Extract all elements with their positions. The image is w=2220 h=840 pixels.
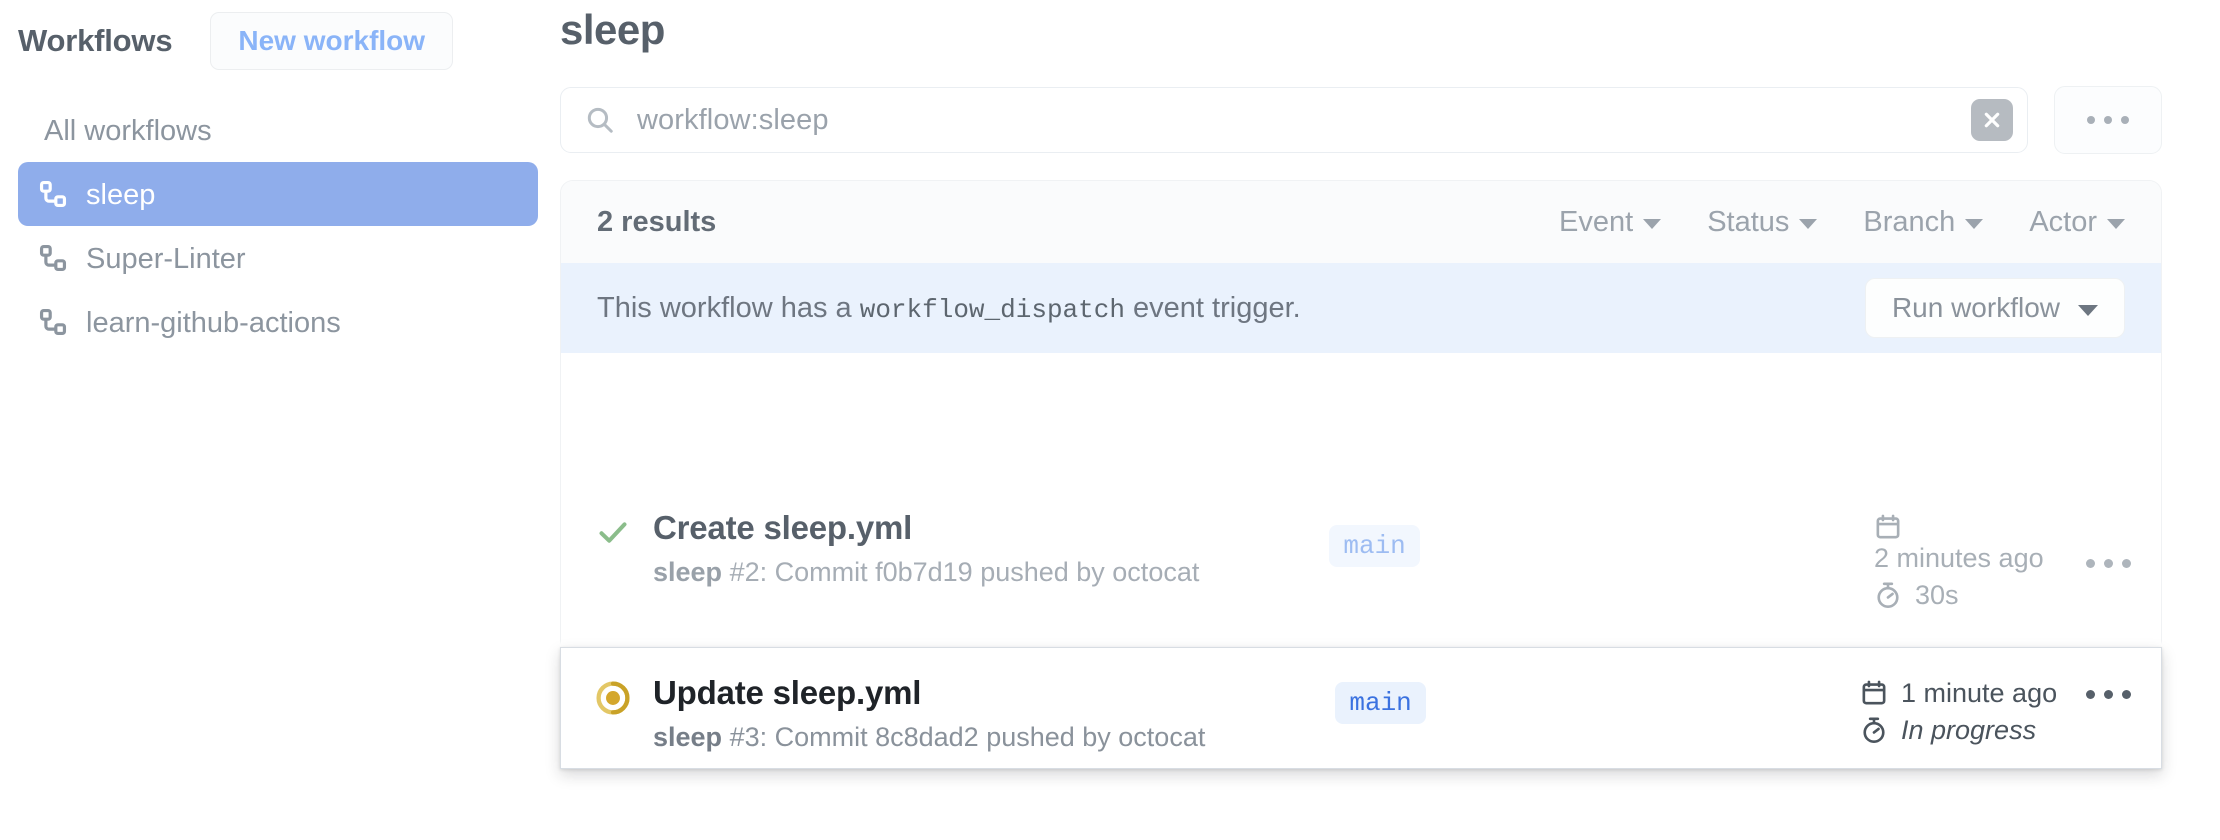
run-subtitle: sleep #2: Commit f0b7d19 pushed by octoc… <box>653 556 1199 588</box>
workflow-icon <box>38 243 68 273</box>
run-time-label: 2 minutes ago <box>1874 543 2044 573</box>
run-subtitle: sleep #3: Commit 8c8dad2 pushed by octoc… <box>653 721 1205 753</box>
run-subtitle-rest: #3: Commit 8c8dad2 pushed by octocat <box>729 721 1206 752</box>
run-subtitle-rest: #2: Commit f0b7d19 pushed by octocat <box>729 556 1200 587</box>
search-overflow-menu-button[interactable] <box>2054 86 2162 154</box>
run-meta-lines: 2 minutes ago 30s <box>1874 513 2070 611</box>
kebab-icon <box>2122 690 2131 699</box>
run-meta: 1 minute ago In progress <box>1860 674 2131 746</box>
workflow-icon <box>38 307 68 337</box>
run-duration-label: In progress <box>1901 715 2037 746</box>
chevron-down-icon <box>2078 304 2098 316</box>
run-workflow-label: Run workflow <box>1891 292 2060 323</box>
run-meta: 2 minutes ago 30s <box>1874 509 2131 611</box>
filter-status[interactable]: Status <box>1707 205 1818 239</box>
search-input[interactable]: workflow:sleep <box>560 87 2028 153</box>
row-overflow-menu-button[interactable] <box>2086 678 2131 699</box>
chevron-down-icon <box>1643 219 1662 229</box>
dispatch-banner-text: This workflow has a workflow_dispatch ev… <box>597 292 1301 325</box>
sidebar-item-learn-github-actions[interactable]: learn-github-actions <box>18 290 538 354</box>
run-time-label: 1 minute ago <box>1901 678 2058 708</box>
workflows-sidebar: Workflows New workflow All workflows sle… <box>0 0 560 840</box>
branch-cell: main <box>1335 674 1426 724</box>
table-row[interactable]: Create sleep.yml sleep #2: Commit f0b7d1… <box>561 475 2161 652</box>
workflow-runs-panel: 2 results Event Status Branch Actor This… <box>560 180 2162 769</box>
kebab-icon <box>2121 116 2129 124</box>
page-title: sleep <box>560 6 665 53</box>
chevron-down-icon <box>1799 219 1818 229</box>
stopwatch-icon <box>1874 581 1904 611</box>
dispatch-event-code: workflow_dispatch <box>859 294 1125 325</box>
results-count: 2 results <box>597 205 717 238</box>
dispatch-text-before: This workflow has a <box>597 291 852 324</box>
kebab-icon <box>2086 559 2095 568</box>
run-duration: In progress <box>1860 715 2070 746</box>
kebab-icon <box>2104 690 2113 699</box>
workflow-icon <box>38 179 68 209</box>
search-input-value: workflow:sleep <box>637 103 829 136</box>
filter-actor[interactable]: Actor <box>2029 206 2125 239</box>
run-title[interactable]: Create sleep.yml <box>653 509 1199 547</box>
run-time: 2 minutes ago <box>1874 513 2070 574</box>
kebab-icon <box>2086 690 2095 699</box>
run-meta-lines: 1 minute ago In progress <box>1860 678 2070 746</box>
close-icon[interactable] <box>1971 99 2013 141</box>
table-row[interactable]: Update sleep.yml sleep #3: Commit 8c8dad… <box>560 647 2162 769</box>
sidebar-title: Workflows <box>18 23 173 58</box>
run-workflow-name: sleep <box>653 721 723 752</box>
search-icon <box>585 105 615 135</box>
kebab-icon <box>2087 116 2095 124</box>
search-row: workflow:sleep <box>560 86 2162 154</box>
run-time: 1 minute ago <box>1860 678 2070 709</box>
chevron-down-icon <box>1965 219 1984 229</box>
dispatch-text-after: event trigger. <box>1133 291 1301 324</box>
run-duration-label: 30s <box>1915 580 1959 611</box>
chevron-down-icon <box>2107 219 2125 229</box>
run-title[interactable]: Update sleep.yml <box>653 674 1205 712</box>
run-main: Update sleep.yml sleep #3: Commit 8c8dad… <box>653 674 1205 753</box>
filter-label: Branch <box>1863 205 1956 238</box>
main-content: sleep workflow:sleep 2 results Event Sta… <box>560 0 2220 840</box>
check-icon <box>591 509 635 549</box>
workflow-dispatch-banner: This workflow has a workflow_dispatch ev… <box>561 263 2161 353</box>
sidebar-item-all-workflows[interactable]: All workflows <box>18 98 538 162</box>
kebab-icon <box>2104 559 2113 568</box>
run-duration: 30s <box>1874 580 2070 611</box>
workflows-nav: All workflows sleep Super-Linter learn-g… <box>0 98 560 354</box>
filter-label: Status <box>1707 205 1790 238</box>
in-progress-icon <box>591 674 635 716</box>
branch-badge[interactable]: main <box>1329 525 1420 567</box>
filters: Event Status Branch Actor <box>1559 206 2125 239</box>
filter-branch[interactable]: Branch <box>1863 205 1984 239</box>
sidebar-item-label: learn-github-actions <box>86 306 341 339</box>
kebab-icon <box>2104 116 2112 124</box>
kebab-icon <box>2122 559 2131 568</box>
branch-badge[interactable]: main <box>1335 682 1426 724</box>
new-workflow-button[interactable]: New workflow <box>210 12 454 70</box>
sidebar-item-super-linter[interactable]: Super-Linter <box>18 226 538 290</box>
branch-cell: main <box>1329 509 1420 567</box>
sidebar-item-label: sleep <box>86 178 156 211</box>
run-main: Create sleep.yml sleep #2: Commit f0b7d1… <box>653 509 1199 588</box>
sidebar-item-label: Super-Linter <box>86 242 246 275</box>
run-workflow-button[interactable]: Run workflow <box>1864 278 2125 338</box>
filter-label: Actor <box>2029 205 2097 238</box>
filter-event[interactable]: Event <box>1559 205 1662 239</box>
workflows-page: Workflows New workflow All workflows sle… <box>0 0 2220 840</box>
run-workflow-name: sleep <box>653 556 723 587</box>
calendar-icon <box>1874 513 2070 541</box>
calendar-icon <box>1860 679 1890 709</box>
filter-label: Event <box>1559 205 1634 238</box>
row-overflow-menu-button[interactable] <box>2086 513 2131 568</box>
sidebar-item-sleep[interactable]: sleep <box>18 162 538 226</box>
runs-list: Update sleep.yml sleep #3: Commit 8c8dad… <box>560 475 2162 769</box>
runs-header: 2 results Event Status Branch Actor <box>561 181 2161 263</box>
stopwatch-icon <box>1860 716 1890 746</box>
sidebar-header: Workflows New workflow <box>0 0 560 72</box>
sidebar-item-label: All workflows <box>44 114 212 147</box>
